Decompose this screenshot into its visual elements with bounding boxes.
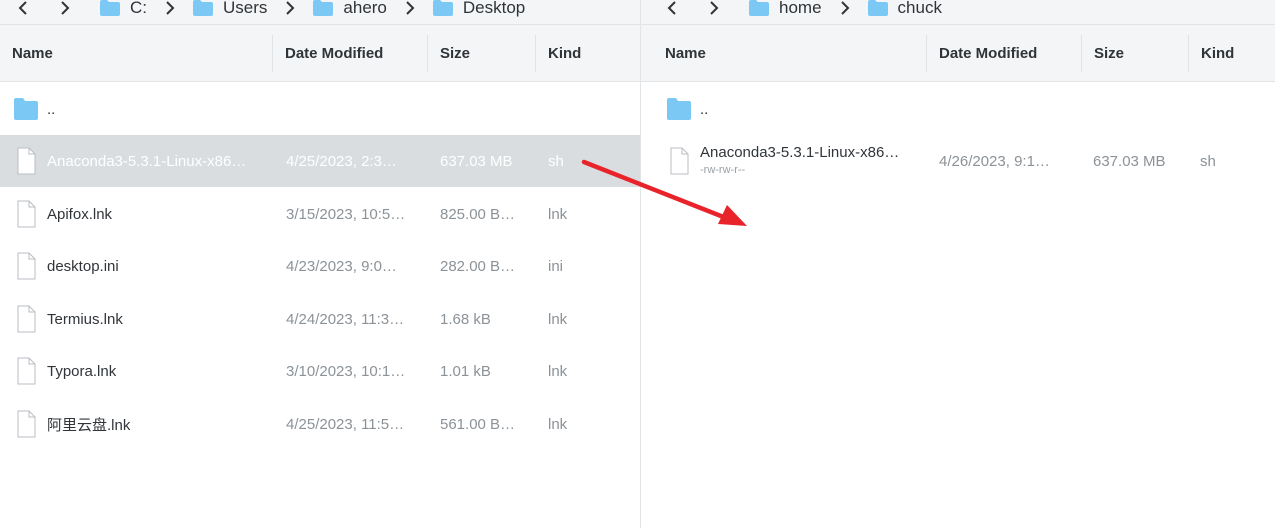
file-name: 阿里云盘.lnk xyxy=(47,416,131,434)
chevron-right-icon xyxy=(165,1,175,15)
remote-breadcrumb: home chuck xyxy=(641,0,1275,25)
file-icon xyxy=(17,410,36,438)
folder-icon xyxy=(14,98,38,120)
table-row[interactable]: Apifox.lnk 3/15/2023, 10:5… 825.00 B… ln… xyxy=(0,188,640,240)
column-date-modified[interactable]: Date Modified xyxy=(927,25,1082,82)
back-icon[interactable] xyxy=(12,0,34,19)
column-label: Name xyxy=(12,45,53,62)
file-name: Typora.lnk xyxy=(47,362,117,380)
folder-icon xyxy=(667,98,691,120)
file-date: 4/26/2023, 9:1… xyxy=(939,152,1050,170)
file-name: Apifox.lnk xyxy=(47,205,113,223)
file-kind: lnk xyxy=(548,310,568,328)
table-row[interactable]: 阿里云盘.lnk 4/25/2023, 11:5… 561.00 B… lnk xyxy=(0,398,640,450)
crumb-c[interactable]: C: xyxy=(100,0,147,18)
file-icon xyxy=(17,252,36,280)
file-icon xyxy=(17,305,36,333)
file-size: 637.03 MB xyxy=(440,152,513,170)
file-kind: lnk xyxy=(548,415,568,433)
crumb-label: Users xyxy=(223,0,268,17)
file-date: 4/24/2023, 11:3… xyxy=(286,310,405,328)
column-label: Date Modified xyxy=(939,45,1038,62)
folder-icon xyxy=(749,0,769,16)
crumb-label: ahero xyxy=(343,0,387,17)
column-size[interactable]: Size xyxy=(1082,25,1189,82)
column-label: Kind xyxy=(1201,45,1235,62)
crumb-desktop[interactable]: Desktop xyxy=(432,0,526,18)
file-name: .. xyxy=(700,100,709,118)
file-icon xyxy=(17,147,36,175)
column-size[interactable]: Size xyxy=(428,25,536,82)
file-name: Anaconda3-5.3.1-Linux-x86… xyxy=(47,152,247,170)
chevron-right-icon xyxy=(840,1,850,15)
table-row[interactable]: Anaconda3-5.3.1-Linux-x86… 4/25/2023, 2:… xyxy=(0,135,640,187)
back-icon[interactable] xyxy=(661,0,683,19)
file-icon xyxy=(670,147,689,175)
file-name: Anaconda3-5.3.1-Linux-x86… xyxy=(700,143,900,161)
file-name: .. xyxy=(47,100,56,118)
file-size: 637.03 MB xyxy=(1093,152,1166,170)
file-date: 3/10/2023, 10:1… xyxy=(286,362,406,380)
file-size: 1.68 kB xyxy=(440,310,491,328)
forward-icon[interactable] xyxy=(703,0,725,19)
file-kind: lnk xyxy=(548,362,568,380)
folder-icon xyxy=(193,0,213,16)
remote-column-header: Name Date Modified Size Kind xyxy=(641,25,1275,82)
column-label: Kind xyxy=(548,45,582,62)
file-size: 561.00 B… xyxy=(440,415,516,433)
column-label: Size xyxy=(440,45,471,62)
file-icon xyxy=(17,357,36,385)
column-label: Name xyxy=(665,45,706,62)
column-kind[interactable]: Kind xyxy=(1189,25,1275,82)
column-name[interactable]: Name xyxy=(653,25,927,82)
column-name[interactable]: Name xyxy=(0,25,273,82)
local-breadcrumb: C: Users ahero Desktop xyxy=(0,0,640,25)
file-size: 1.01 kB xyxy=(440,362,491,380)
file-kind: lnk xyxy=(548,205,568,223)
remote-pane: home chuck Name Date Modified Size Kind … xyxy=(641,0,1275,528)
folder-icon xyxy=(432,0,453,16)
crumb-chuck[interactable]: chuck xyxy=(867,0,942,18)
table-row[interactable]: Termius.lnk 4/24/2023, 11:3… 1.68 kB lnk xyxy=(0,293,640,345)
file-permissions: -rw-rw-r-- xyxy=(700,163,746,176)
forward-icon[interactable] xyxy=(54,0,76,19)
crumb-label: home xyxy=(779,0,822,17)
column-kind[interactable]: Kind xyxy=(536,25,640,82)
crumb-home[interactable]: home xyxy=(749,0,822,18)
table-row[interactable]: desktop.ini 4/23/2023, 9:0… 282.00 B… in… xyxy=(0,240,640,292)
column-label: Date Modified xyxy=(285,45,384,62)
file-date: 3/15/2023, 10:5… xyxy=(286,205,406,223)
chevron-right-icon xyxy=(285,1,295,15)
crumb-ahero[interactable]: ahero xyxy=(313,0,387,18)
crumb-label: chuck xyxy=(897,0,942,17)
column-label: Size xyxy=(1094,45,1125,62)
file-kind: ini xyxy=(548,257,564,275)
file-date: 4/25/2023, 11:5… xyxy=(286,415,405,433)
file-icon xyxy=(17,200,36,228)
file-name: Termius.lnk xyxy=(47,310,123,328)
table-row[interactable]: Anaconda3-5.3.1-Linux-x86… -rw-rw-r-- 4/… xyxy=(641,135,1275,187)
crumb-users[interactable]: Users xyxy=(193,0,267,18)
local-column-header: Name Date Modified Size Kind xyxy=(0,25,640,82)
file-date: 4/25/2023, 2:3… xyxy=(286,152,397,170)
file-kind: sh xyxy=(1200,152,1216,170)
folder-icon xyxy=(313,0,334,16)
file-size: 825.00 B… xyxy=(440,205,516,223)
file-kind: sh xyxy=(548,152,564,170)
file-name: desktop.ini xyxy=(47,257,119,275)
file-date: 4/23/2023, 9:0… xyxy=(286,257,397,275)
parent-dir-row[interactable]: .. xyxy=(0,83,640,135)
crumb-label: C: xyxy=(130,0,147,17)
file-size: 282.00 B… xyxy=(440,257,516,275)
table-row[interactable]: Typora.lnk 3/10/2023, 10:1… 1.01 kB lnk xyxy=(0,345,640,397)
folder-icon xyxy=(100,0,120,16)
local-pane: C: Users ahero Desktop Name Date Modifie… xyxy=(0,0,640,528)
chevron-right-icon xyxy=(405,1,415,15)
column-date-modified[interactable]: Date Modified xyxy=(273,25,428,82)
crumb-label: Desktop xyxy=(462,0,526,17)
parent-dir-row[interactable]: .. xyxy=(641,83,1275,135)
folder-icon xyxy=(867,0,888,16)
